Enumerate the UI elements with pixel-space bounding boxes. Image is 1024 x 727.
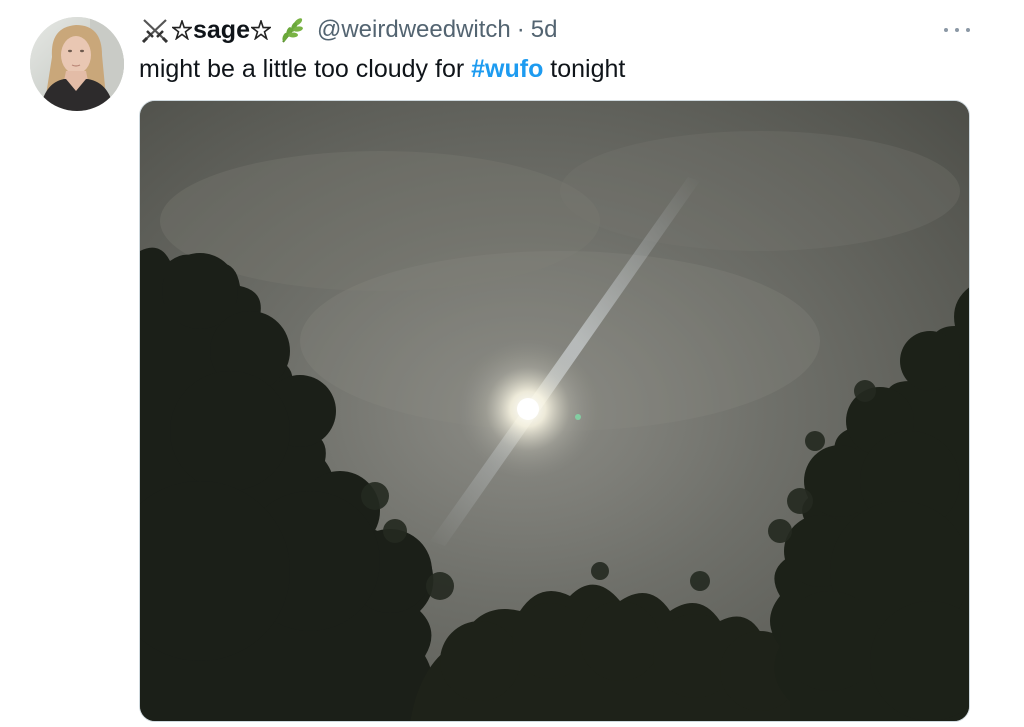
hashtag-link[interactable]: #wufo bbox=[471, 55, 543, 83]
dot-shape bbox=[955, 28, 959, 32]
tweet-text-after: tonight bbox=[543, 55, 626, 83]
pentagram-icon bbox=[249, 18, 273, 41]
dot-shape bbox=[944, 28, 948, 32]
display-name[interactable]: sage bbox=[193, 16, 250, 45]
crossed-swords-icon bbox=[140, 17, 170, 44]
herb-icon bbox=[277, 16, 307, 44]
tweet: sage @weirdweedwitch · 5d might be a lit… bbox=[0, 0, 1024, 727]
more-options-icon[interactable] bbox=[944, 18, 970, 42]
pentagram-icon bbox=[170, 18, 194, 41]
tweet-text: might be a little too cloudy for #wufo t… bbox=[139, 52, 625, 86]
dot-shape bbox=[966, 28, 970, 32]
separator-dot: · bbox=[516, 16, 525, 43]
user-handle[interactable]: @weirdweedwitch bbox=[317, 16, 511, 44]
tweet-text-before: might be a little too cloudy for bbox=[139, 55, 472, 83]
tweet-timestamp[interactable]: 5d bbox=[531, 16, 558, 44]
tweet-header: sage @weirdweedwitch · 5d bbox=[140, 14, 557, 46]
avatar[interactable] bbox=[30, 17, 124, 111]
tweet-photo[interactable] bbox=[139, 100, 970, 722]
